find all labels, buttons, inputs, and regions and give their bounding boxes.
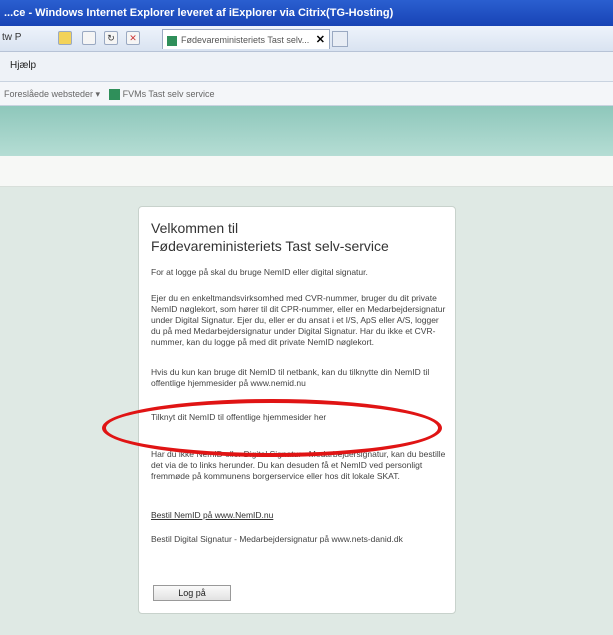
close-tab-icon[interactable]: ✕ bbox=[316, 30, 325, 50]
favorites-bar: Foreslåede websteder ▾ FVMs Tast selv se… bbox=[0, 82, 613, 106]
favorite-link-fvm[interactable]: FVMs Tast selv service bbox=[123, 89, 215, 99]
link-order-digital-signature[interactable]: Bestil Digital Signatur - Medarbejdersig… bbox=[151, 534, 446, 545]
title-line-2: Fødevareministeriets Tast selv-service bbox=[151, 238, 389, 254]
site-sub-bar bbox=[0, 156, 613, 187]
link-order-nemid[interactable]: Bestil NemID på www.NemID.nu bbox=[151, 510, 446, 521]
login-button[interactable]: Log på bbox=[153, 585, 231, 601]
browser-toolbar: tw P ↻ ✕ Fødevareministeriets Tast selv.… bbox=[0, 26, 613, 52]
page-title: Velkommen til Fødevareministeriets Tast … bbox=[151, 219, 446, 255]
window-title-bar: ...ce - Windows Internet Explorer levere… bbox=[0, 0, 613, 26]
menu-bar: Hjælp bbox=[0, 52, 613, 82]
netbank-info-text: Hvis du kun kan bruge dit NemID til netb… bbox=[151, 367, 430, 388]
refresh-icon[interactable]: ↻ bbox=[104, 31, 118, 45]
stop-icon[interactable]: ✕ bbox=[126, 31, 140, 45]
suggested-sites-button[interactable]: Foreslåede websteder ▾ bbox=[4, 89, 100, 99]
site-favicon-icon bbox=[167, 35, 177, 46]
nemid-info-text: Ejer du en enkeltmandsvirksomhed med CVR… bbox=[151, 293, 446, 347]
new-tab-button[interactable] bbox=[332, 31, 348, 47]
compatibility-icon[interactable] bbox=[82, 31, 96, 45]
title-line-1: Velkommen til bbox=[151, 220, 239, 236]
fvm-favicon-icon bbox=[108, 89, 120, 101]
highlight-ellipse-annotation bbox=[102, 399, 442, 457]
tab-tast-selv[interactable]: Fødevareministeriets Tast selv... ✕ bbox=[162, 29, 330, 49]
intro-text: For at logge på skal du bruge NemID elle… bbox=[151, 267, 368, 277]
address-fragment[interactable]: tw P bbox=[2, 32, 21, 43]
tab-label: Fødevareministeriets Tast selv... bbox=[181, 35, 310, 45]
window-title: ...ce - Windows Internet Explorer levere… bbox=[4, 7, 394, 19]
site-header-band bbox=[0, 106, 613, 156]
menu-help[interactable]: Hjælp bbox=[10, 60, 36, 71]
lock-icon[interactable] bbox=[58, 31, 72, 45]
